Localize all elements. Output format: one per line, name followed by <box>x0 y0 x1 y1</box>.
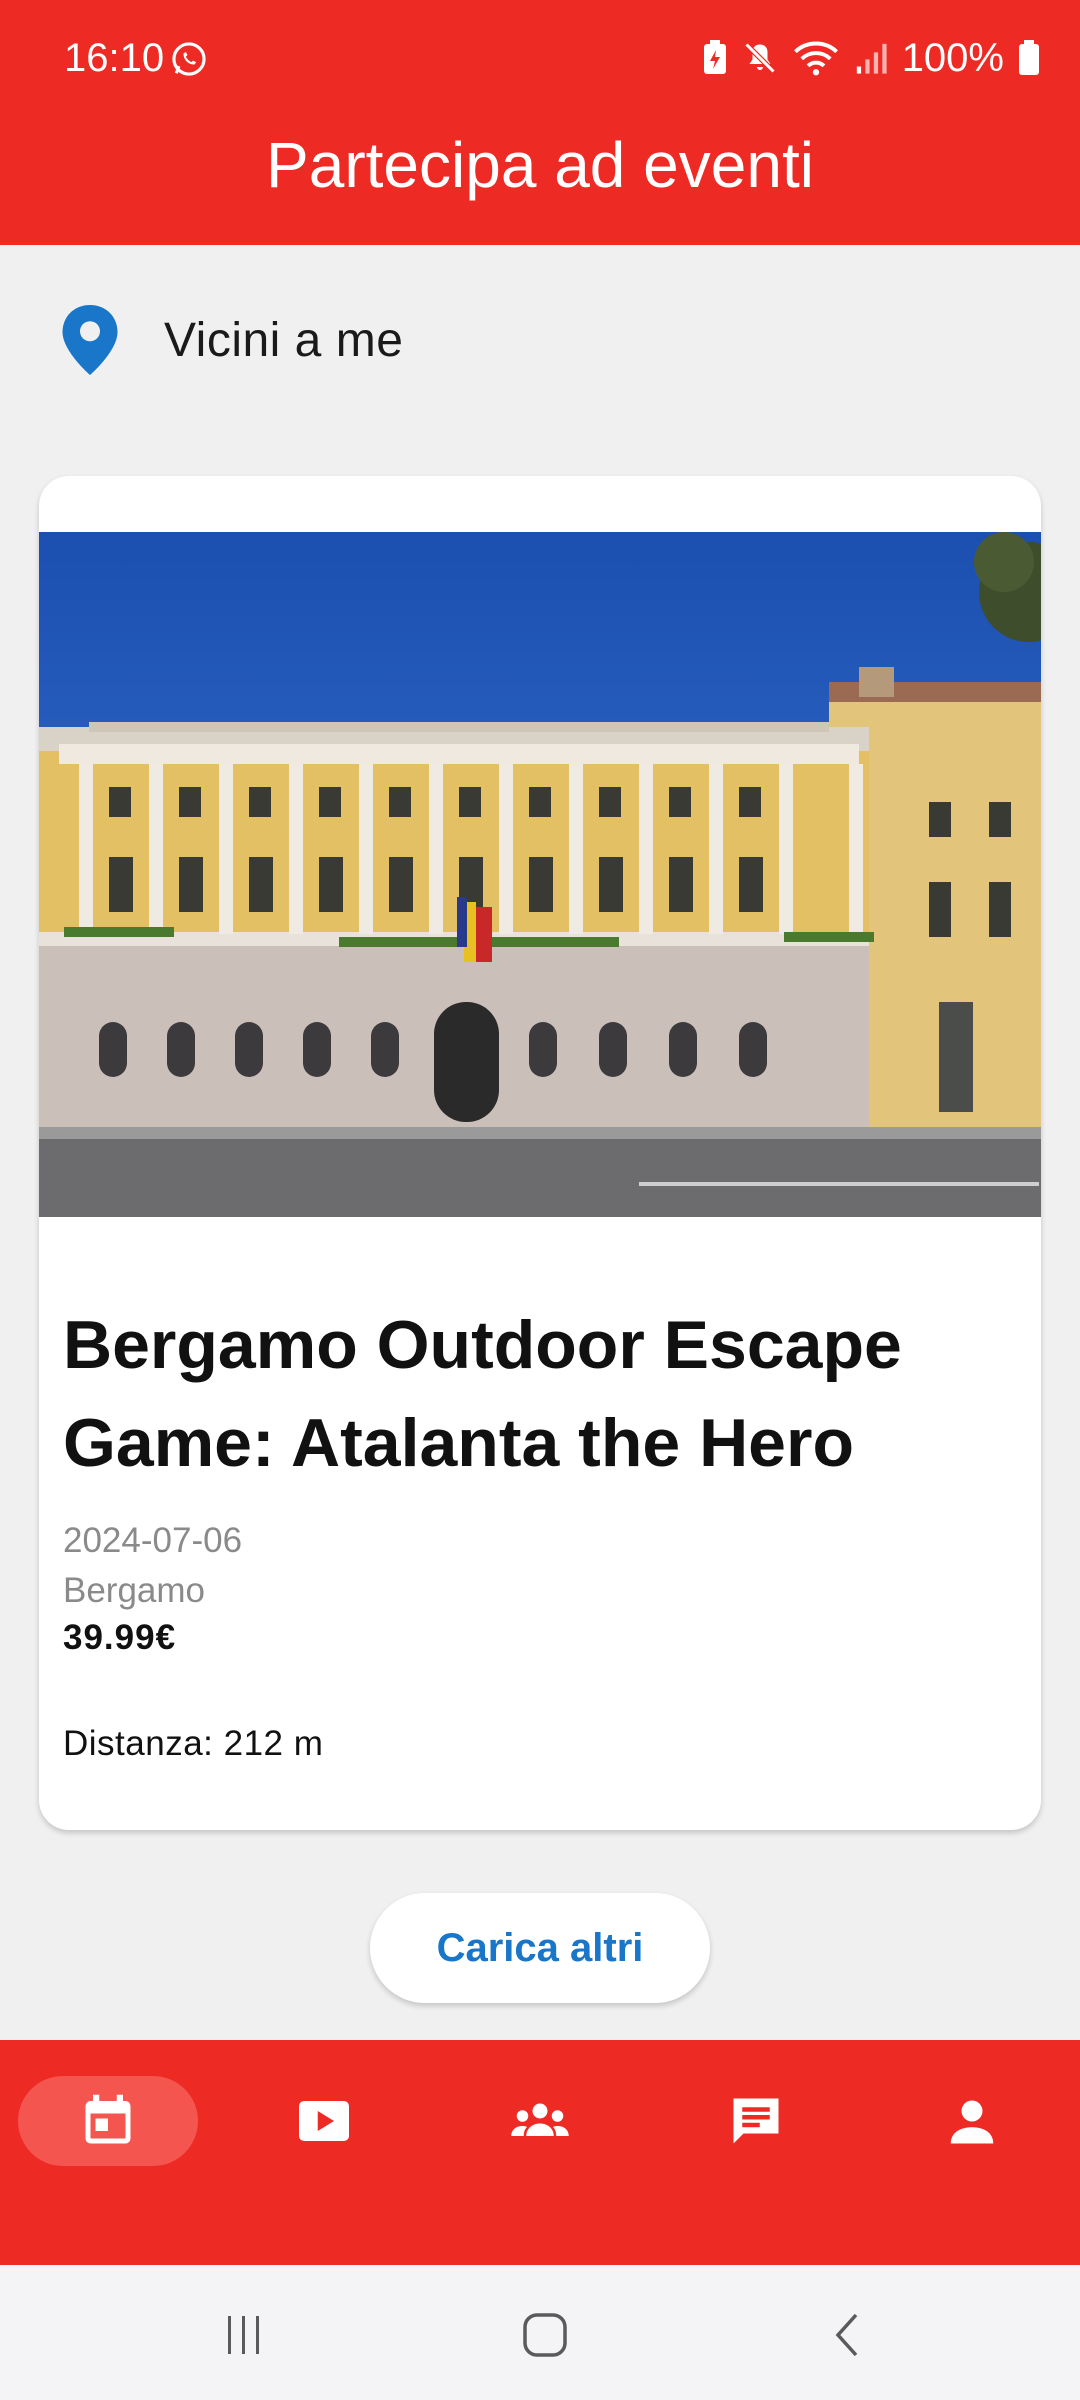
bottom-navigation <box>0 2040 1080 2265</box>
status-icons: 100% <box>702 36 1040 80</box>
recent-apps-button[interactable] <box>204 2295 284 2375</box>
recent-apps-icon <box>228 2316 259 2354</box>
mute-icon <box>744 42 776 74</box>
whatsapp-icon <box>172 42 206 76</box>
status-bar: 16:10 100% <box>0 0 1080 120</box>
battery-icon <box>1019 40 1039 75</box>
page-title: Partecipa ad eventi <box>266 129 814 201</box>
event-date: 2024-07-06 <box>63 1521 243 1560</box>
battery-saver-icon <box>703 40 726 74</box>
signal-icon <box>856 43 887 74</box>
back-icon <box>835 2313 858 2357</box>
event-card[interactable]: Bergamo Outdoor Escape Game: Atalanta th… <box>39 476 1041 1830</box>
home-button[interactable] <box>505 2295 585 2375</box>
profile-icon <box>950 2100 994 2144</box>
event-distance: Distanza: 212 m <box>63 1724 324 1763</box>
event-image <box>39 532 1041 1217</box>
location-filter[interactable]: Vicini a me <box>60 300 403 380</box>
groups-icon <box>511 2103 569 2136</box>
chat-icon <box>733 2098 779 2144</box>
location-pin-icon <box>62 305 118 375</box>
location-label: Vicini a me <box>164 313 404 367</box>
event-city: Bergamo <box>63 1571 206 1610</box>
nav-item-profile[interactable] <box>882 2076 1062 2166</box>
calendar-icon <box>85 2094 131 2144</box>
home-icon <box>523 2313 567 2357</box>
top-app-bar: 16:10 100% Partecipa ad eventi <box>0 0 1080 245</box>
load-more-button[interactable]: Carica altri <box>370 1893 710 2003</box>
event-price: 39.99€ <box>63 1618 177 1657</box>
nav-item-groups[interactable] <box>450 2076 630 2166</box>
wifi-icon <box>793 41 838 76</box>
nav-item-chat[interactable] <box>666 2076 846 2166</box>
battery-percent: 100% <box>901 35 1004 80</box>
back-button[interactable] <box>808 2295 888 2375</box>
nav-item-videos[interactable] <box>234 2076 414 2166</box>
status-time: 16:10 <box>64 36 165 80</box>
event-title[interactable]: Bergamo Outdoor Escape Game: Atalanta th… <box>63 1296 1013 1492</box>
video-play-icon <box>299 2101 349 2141</box>
event-meta: 2024-07-06 Bergamo <box>63 1516 242 1616</box>
system-navigation-bar <box>0 2265 1080 2400</box>
nav-item-events[interactable] <box>18 2076 198 2166</box>
